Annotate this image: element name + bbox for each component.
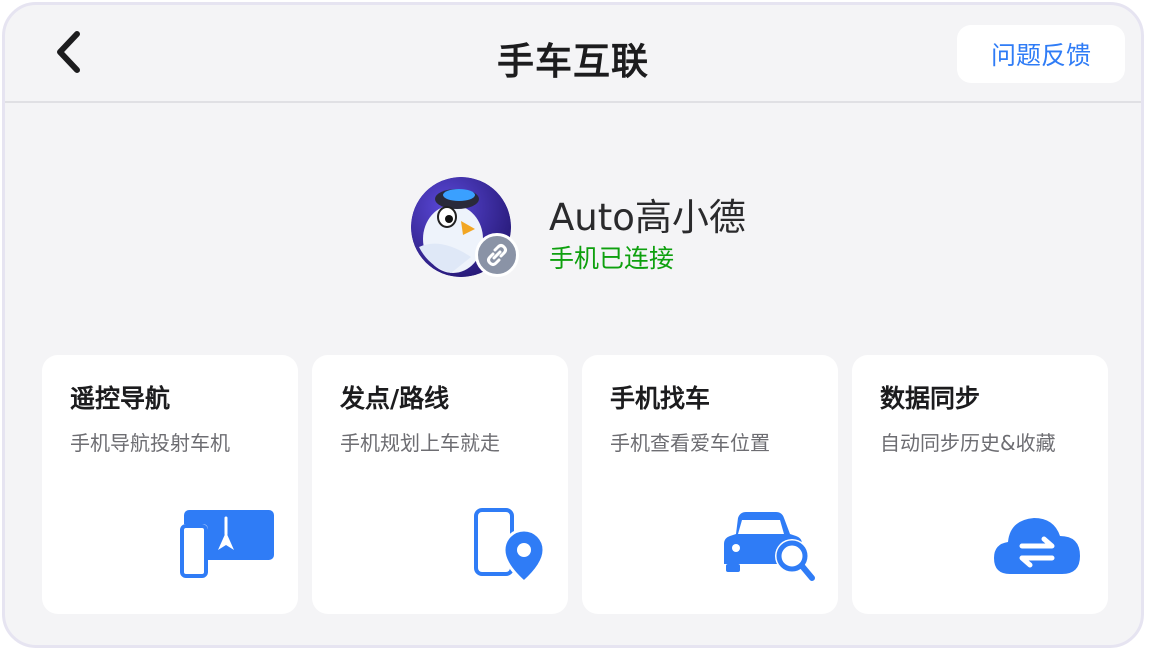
card-description: 手机查看爱车位置 — [610, 431, 770, 455]
card-description: 手机导航投射车机 — [70, 431, 230, 455]
user-name: Auto高小德 — [549, 196, 746, 239]
route-planning-card[interactable]: 发点/路线 手机规划上车就走 — [312, 355, 568, 614]
user-profile: Auto高小德 手机已连接 — [411, 177, 771, 277]
remote-navigation-card[interactable]: 遥控导航 手机导航投射车机 — [42, 355, 298, 614]
card-title: 发点/路线 — [340, 384, 450, 413]
phone-cast-navigation-icon — [180, 510, 274, 578]
connection-status: 手机已连接 — [549, 244, 675, 273]
card-title: 遥控导航 — [70, 384, 171, 413]
card-title: 数据同步 — [880, 384, 981, 413]
phone-location-pin-icon — [474, 508, 546, 584]
card-description: 手机规划上车就走 — [340, 431, 500, 455]
card-description: 自动同步历史&收藏 — [880, 431, 1056, 455]
data-sync-card[interactable]: 数据同步 自动同步历史&收藏 — [852, 355, 1108, 614]
car-search-icon — [724, 512, 815, 581]
header-bar: 手车互联 问题反馈 — [5, 5, 1141, 103]
phone-car-connect-panel: 手车互联 问题反馈 Auto高小德 手机已连接 遥控导航 手机导航投射车机 发点… — [2, 2, 1144, 648]
cloud-sync-icon — [994, 518, 1080, 574]
find-car-card[interactable]: 手机找车 手机查看爱车位置 — [582, 355, 838, 614]
feedback-button[interactable]: 问题反馈 — [957, 25, 1125, 83]
card-title: 手机找车 — [610, 384, 711, 413]
link-icon — [475, 233, 519, 277]
chain-link-icon — [487, 244, 507, 266]
